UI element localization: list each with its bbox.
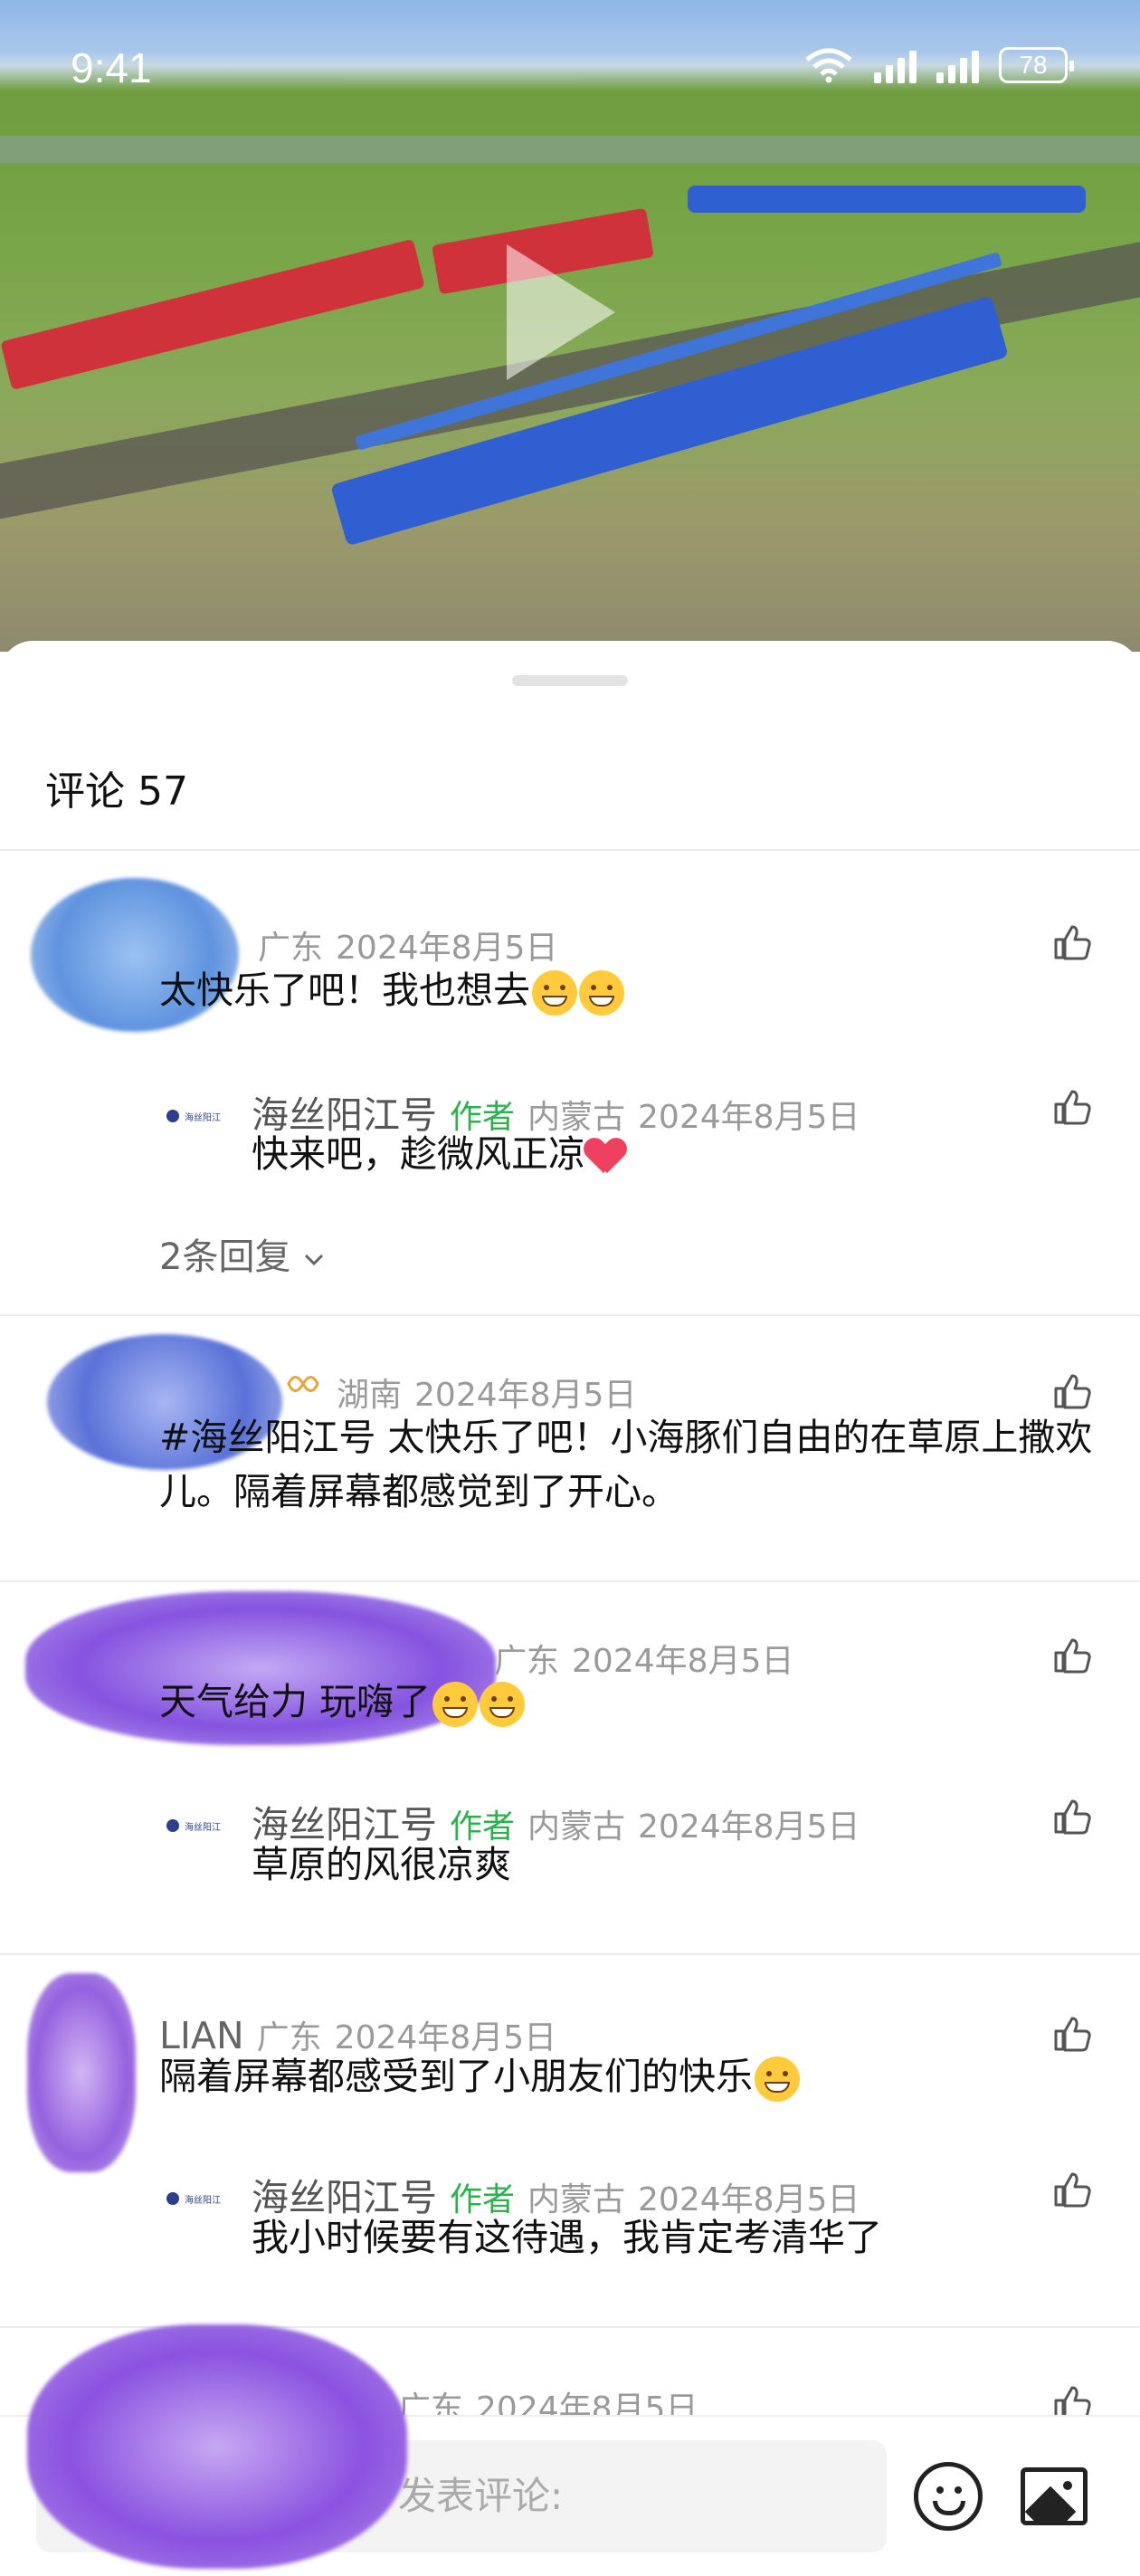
comment-date: 2024年8月5日 bbox=[572, 1643, 794, 1680]
author-avatar[interactable]: 海丝阳江 bbox=[166, 1810, 239, 1841]
comment-text: 太快乐了吧！我也想去 bbox=[159, 963, 1064, 1017]
status-time: 9:41 bbox=[71, 44, 152, 91]
status-icons: 78 bbox=[803, 47, 1074, 83]
chevron-down-icon bbox=[305, 1254, 324, 1266]
like-icon[interactable] bbox=[1052, 2169, 1092, 2209]
like-icon[interactable] bbox=[1052, 1796, 1092, 1836]
comment-meta: 广东 2024年8月5日 bbox=[494, 1635, 793, 1682]
view-replies-link[interactable]: 2条回复 bbox=[159, 1227, 326, 1280]
reply-date: 2024年8月5日 bbox=[638, 1099, 860, 1136]
author-avatar[interactable]: 海丝阳江 bbox=[166, 2183, 239, 2214]
video-blue-train-far bbox=[688, 186, 1086, 213]
author-avatar[interactable]: 海丝阳江 bbox=[166, 1101, 239, 1131]
avatar[interactable] bbox=[27, 2324, 407, 2569]
comment-divider bbox=[0, 1314, 1140, 1316]
comment-date: 2024年8月5日 bbox=[414, 1377, 637, 1414]
signal-icon bbox=[874, 47, 917, 83]
reply-text: 草原的风很凉爽 bbox=[252, 1843, 511, 1886]
wifi-icon bbox=[805, 48, 852, 83]
comment-divider bbox=[0, 1580, 1140, 1582]
comment-meta: 广东 2024年8月5日 bbox=[258, 921, 557, 968]
reply-text: 快来吧，趁微风正凉 bbox=[252, 1127, 625, 1181]
grin-emoji-icon bbox=[532, 970, 577, 1016]
comment-region: 广东 bbox=[258, 930, 324, 967]
battery-icon: 78 bbox=[999, 47, 1074, 83]
comment-text: 天气给力 玩嗨了 bbox=[159, 1674, 526, 1729]
video-red-train bbox=[0, 238, 425, 391]
smirk-emoji-icon bbox=[480, 1682, 526, 1727]
comments-title: 评论 57 bbox=[45, 768, 188, 815]
comment-meta: 湖南 2024年8月5日 bbox=[337, 1369, 636, 1416]
header-divider bbox=[0, 849, 1140, 851]
reply-text: 我小时候要有这待遇，我肯定考清华了 bbox=[252, 2216, 882, 2259]
joy-emoji-icon bbox=[755, 2056, 800, 2102]
emoji-icon[interactable] bbox=[914, 2462, 983, 2531]
reply-region: 内蒙古 bbox=[527, 1808, 626, 1846]
avatar[interactable] bbox=[27, 1973, 136, 2172]
comment-date: 2024年8月5日 bbox=[336, 930, 558, 967]
comment-text: 隔着屏幕都感受到了小朋友们的快乐 bbox=[159, 2049, 800, 2104]
grin-emoji-icon bbox=[579, 970, 624, 1016]
like-icon[interactable] bbox=[1052, 1635, 1092, 1674]
like-icon[interactable] bbox=[1052, 2013, 1092, 2053]
smirk-emoji-icon bbox=[432, 1682, 479, 1727]
status-bar: 9:41 78 bbox=[0, 0, 1140, 145]
comments-sheet: 评论 57 广东 2024年8月5日 太快乐了吧！我也想去 海丝阳江 海丝阳江号作… bbox=[0, 641, 1140, 2574]
comment-divider bbox=[0, 1953, 1140, 1955]
like-icon[interactable] bbox=[1052, 921, 1092, 961]
play-icon[interactable] bbox=[507, 244, 615, 380]
heart-emoji-icon bbox=[585, 1139, 625, 1175]
sheet-drag-handle[interactable] bbox=[512, 675, 628, 686]
video-player[interactable]: 9:41 78 bbox=[0, 0, 1140, 652]
signal-icon-2 bbox=[936, 47, 979, 83]
comment-text: #海丝阳江号 太快乐了吧！小海豚们自由的在草原上撒欢儿。隔着屏幕都感觉到了开心。 bbox=[159, 1416, 1093, 1513]
reply-date: 2024年8月5日 bbox=[638, 1808, 860, 1846]
like-icon[interactable] bbox=[1052, 1086, 1092, 1126]
like-icon[interactable] bbox=[1052, 1370, 1092, 1410]
badge-icon bbox=[287, 1376, 319, 1392]
comment-region: 湖南 bbox=[337, 1377, 403, 1414]
image-icon[interactable] bbox=[1021, 2467, 1088, 2525]
